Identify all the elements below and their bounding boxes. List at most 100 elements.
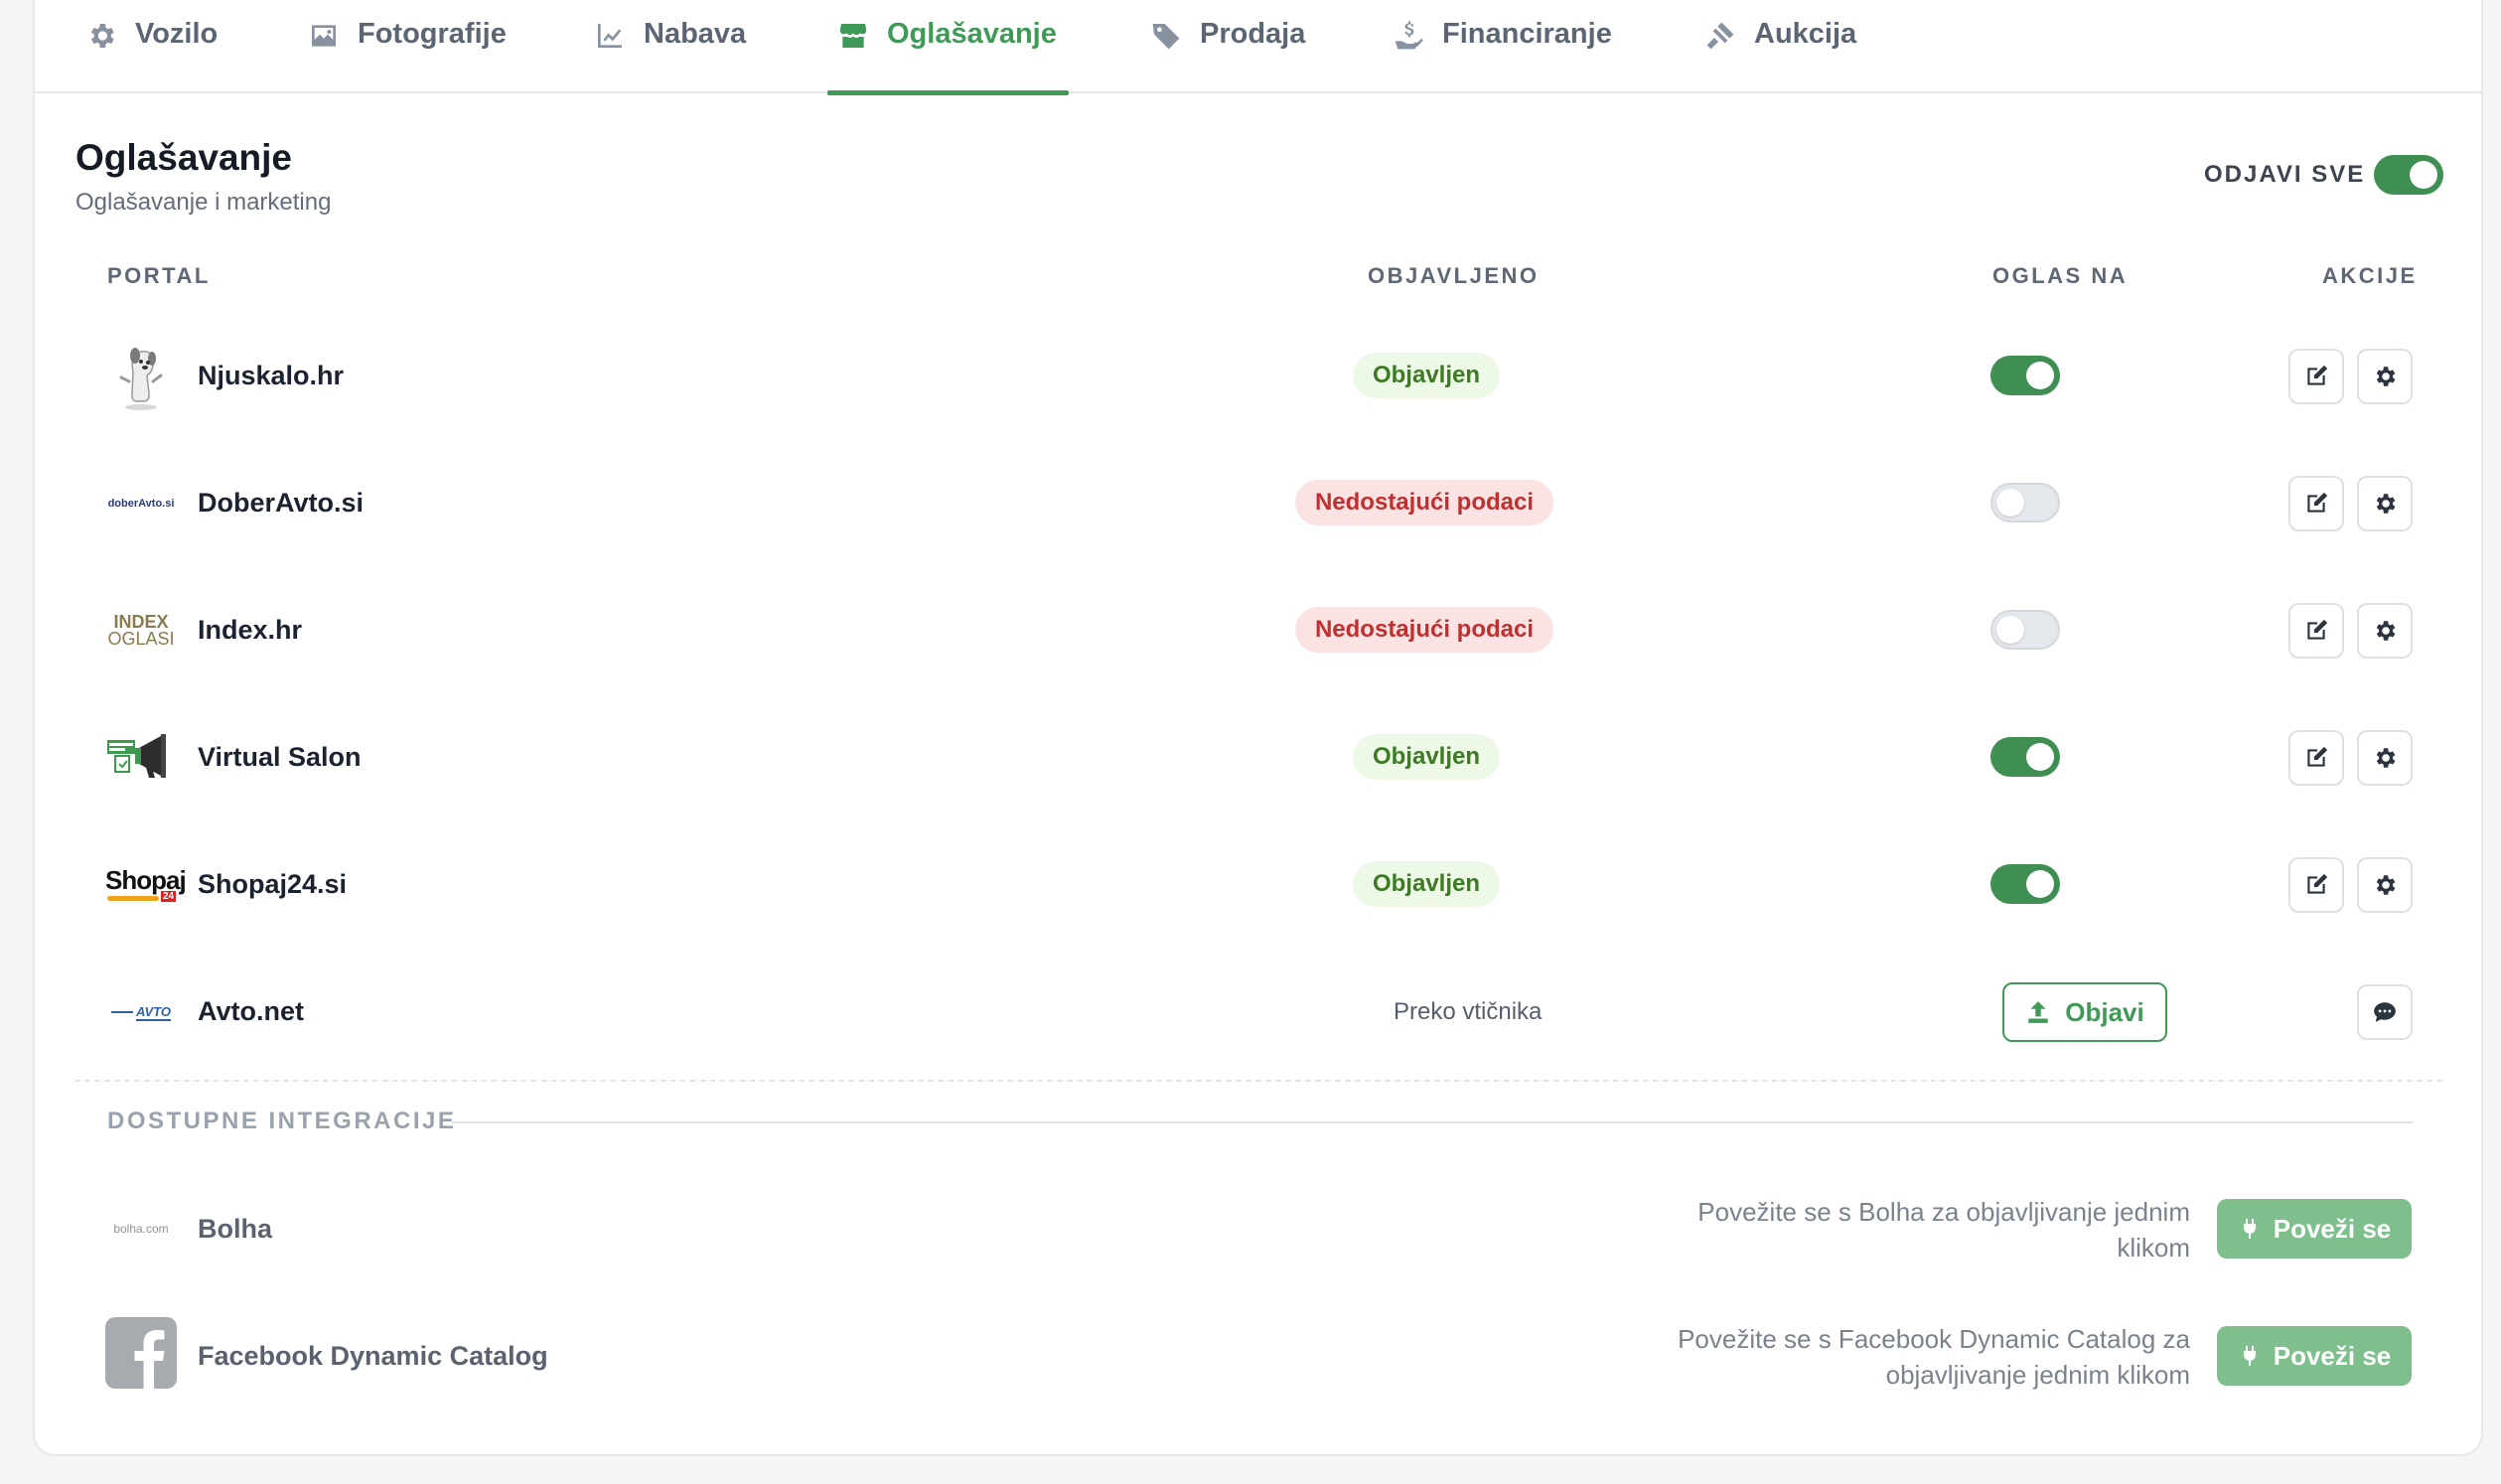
tag-icon bbox=[1152, 24, 1180, 50]
gear-icon bbox=[2376, 748, 2396, 768]
gear-icon bbox=[90, 24, 114, 48]
facebook-logo bbox=[105, 1317, 177, 1389]
status-badge: Objavljen bbox=[1353, 861, 1500, 907]
logo-text: 24 bbox=[161, 891, 177, 902]
edit-icon bbox=[2307, 492, 2328, 513]
portal-name: Index.hr bbox=[198, 615, 303, 645]
portal-name: Virtual Salon bbox=[198, 742, 362, 772]
tab-label: Prodaja bbox=[1200, 18, 1306, 50]
edit-button[interactable] bbox=[2288, 857, 2344, 913]
bolha-logo: bolha.com bbox=[105, 1193, 177, 1264]
table-row: AVTO Avto.net Preko vtičnika Objavi bbox=[35, 949, 2481, 1076]
portal-name: DoberAvto.si bbox=[198, 488, 365, 518]
tab-label: Fotografije bbox=[358, 18, 507, 50]
gear-icon bbox=[2376, 494, 2396, 514]
page-subtitle: Oglašavanje i marketing bbox=[75, 189, 332, 216]
integrations-divider bbox=[452, 1121, 2413, 1123]
gear-icon bbox=[2376, 621, 2396, 641]
portal-name: Avto.net bbox=[198, 996, 304, 1026]
integration-description: Povežite se s Facebook Dynamic Catalog z… bbox=[1678, 1324, 2190, 1390]
chat-button[interactable] bbox=[2357, 984, 2413, 1040]
publish-button[interactable]: Objavi bbox=[2002, 982, 2167, 1042]
tab-oglasavanje[interactable]: Oglašavanje bbox=[827, 0, 1069, 95]
settings-button[interactable] bbox=[2357, 730, 2413, 786]
column-header-listing-on: OGLAS NA bbox=[1992, 263, 2129, 288]
tab-fotografije[interactable]: Fotografije bbox=[308, 0, 507, 93]
logo-text: doberAvto.si bbox=[107, 498, 175, 510]
edit-button[interactable] bbox=[2288, 603, 2344, 659]
image-icon bbox=[312, 25, 336, 47]
edit-icon bbox=[2307, 873, 2328, 894]
tab-label: Oglašavanje bbox=[887, 18, 1057, 50]
tab-label: Nabava bbox=[644, 18, 747, 50]
gear-icon bbox=[2376, 367, 2396, 386]
shopaj24-logo: Shopaj 24 bbox=[105, 849, 187, 921]
portal-name: Njuskalo.hr bbox=[198, 361, 345, 390]
tab-nabava[interactable]: Nabava bbox=[594, 0, 746, 93]
connect-bolha-button[interactable]: Poveži se bbox=[2217, 1199, 2412, 1259]
tab-label: Financiranje bbox=[1442, 18, 1612, 50]
logo-text: OGLASI bbox=[107, 629, 175, 649]
index-logo: INDEX OGLASI bbox=[105, 595, 177, 667]
tab-financiranje[interactable]: Financiranje bbox=[1393, 0, 1612, 93]
hand-coin-icon bbox=[1395, 21, 1423, 50]
column-header-portal: PORTAL bbox=[107, 263, 211, 288]
status-badge: Nedostajući podaci bbox=[1295, 480, 1553, 525]
active-tab-indicator bbox=[827, 90, 1069, 95]
upload-icon bbox=[2028, 1001, 2048, 1023]
virtual-salon-logo bbox=[105, 722, 177, 794]
publish-button-label: Objavi bbox=[2065, 996, 2144, 1027]
table-row: Njuskalo.hr Objavljen bbox=[35, 313, 2481, 440]
tab-vozilo[interactable]: Vozilo bbox=[85, 0, 218, 93]
table-row: Virtual Salon Objavljen bbox=[35, 694, 2481, 821]
gear-icon bbox=[2376, 875, 2396, 895]
page-title: Oglašavanje bbox=[75, 137, 293, 178]
table-separator bbox=[74, 1080, 2442, 1082]
edit-icon bbox=[2307, 619, 2328, 640]
listing-toggle-index[interactable] bbox=[1990, 610, 2060, 650]
tab-label: Vozilo bbox=[135, 18, 219, 50]
main-card: Vozilo Fotografije Nabava Oglašavanje Pr… bbox=[33, 0, 2483, 1456]
logo-text: bolha.com bbox=[113, 1222, 169, 1236]
edit-button[interactable] bbox=[2288, 349, 2344, 404]
settings-button[interactable] bbox=[2357, 349, 2413, 404]
status-badge: Objavljen bbox=[1353, 734, 1500, 780]
plug-icon bbox=[2243, 1219, 2256, 1239]
column-header-actions: AKCIJE bbox=[2322, 263, 2418, 288]
edit-button[interactable] bbox=[2288, 476, 2344, 531]
edit-icon bbox=[2307, 746, 2328, 767]
store-icon bbox=[839, 24, 867, 48]
integration-description: Povežite se s Bolha za objavljivanje jed… bbox=[1697, 1197, 2190, 1262]
listing-toggle-virtual-salon[interactable] bbox=[1990, 737, 2060, 777]
plugin-status-text: Preko vtičnika bbox=[1394, 998, 1543, 1025]
column-header-published: OBJAVLJENO bbox=[1368, 263, 1540, 288]
tab-aukcija[interactable]: Aukcija bbox=[1704, 0, 1856, 93]
edit-button[interactable] bbox=[2288, 730, 2344, 786]
settings-button[interactable] bbox=[2357, 476, 2413, 531]
settings-button[interactable] bbox=[2357, 603, 2413, 659]
chart-line-icon bbox=[598, 24, 622, 48]
plug-icon bbox=[2243, 1346, 2256, 1366]
tab-bar: Vozilo Fotografije Nabava Oglašavanje Pr… bbox=[35, 0, 2481, 95]
listing-toggle-doberavto[interactable] bbox=[1990, 483, 2060, 522]
njuskalo-logo bbox=[105, 341, 177, 412]
edit-icon bbox=[2307, 365, 2328, 385]
doberavto-logo: doberAvto.si bbox=[105, 468, 177, 539]
integration-item: bolha.com Bolha Povežite se s Bolha za o… bbox=[35, 1164, 2481, 1293]
tab-label: Aukcija bbox=[1754, 18, 1857, 50]
connect-button-label: Poveži se bbox=[2273, 1213, 2392, 1244]
status-badge: Objavljen bbox=[1353, 353, 1500, 398]
listing-toggle-njuskalo[interactable] bbox=[1990, 356, 2060, 395]
table-row: Shopaj 24 Shopaj24.si Objavljen bbox=[35, 821, 2481, 949]
connect-facebook-button[interactable]: Poveži se bbox=[2217, 1326, 2412, 1386]
integration-item: Facebook Dynamic Catalog Povežite se s F… bbox=[35, 1291, 2481, 1420]
table-row: INDEX OGLASI Index.hr Nedostajući podaci bbox=[35, 567, 2481, 694]
unpublish-all-toggle[interactable] bbox=[2374, 155, 2443, 195]
settings-button[interactable] bbox=[2357, 857, 2413, 913]
table-row: doberAvto.si DoberAvto.si Nedostajući po… bbox=[35, 440, 2481, 567]
portal-name: Shopaj24.si bbox=[198, 869, 348, 899]
listing-toggle-shopaj24[interactable] bbox=[1990, 864, 2060, 904]
gavel-icon bbox=[1706, 22, 1734, 50]
integration-name: Bolha bbox=[198, 1214, 273, 1244]
tab-prodaja[interactable]: Prodaja bbox=[1150, 0, 1305, 93]
